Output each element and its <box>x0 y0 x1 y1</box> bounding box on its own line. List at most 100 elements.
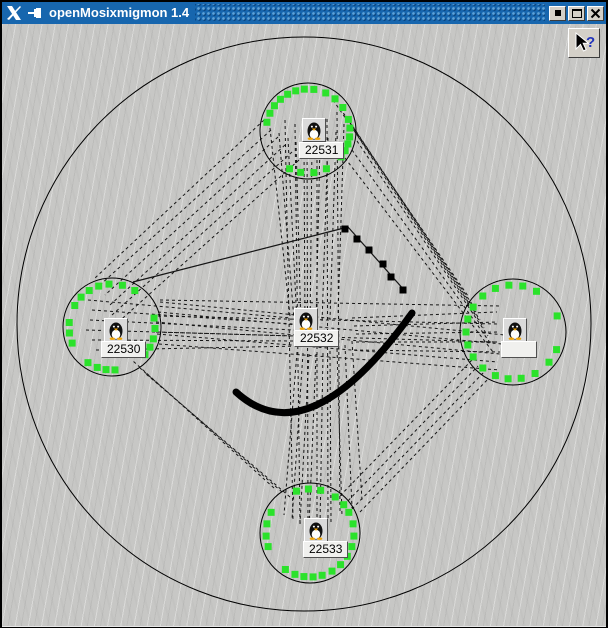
process-square[interactable] <box>263 119 270 126</box>
process-square[interactable] <box>505 375 512 382</box>
process-square[interactable] <box>505 282 512 289</box>
process-square[interactable] <box>292 87 299 94</box>
process-square[interactable] <box>282 566 289 573</box>
process-square[interactable] <box>533 288 540 295</box>
titlebar[interactable]: openMosixmigmon 1.4 <box>2 2 606 24</box>
process-square[interactable] <box>319 572 326 579</box>
node-icon-box-blank[interactable] <box>503 318 527 342</box>
process-square[interactable] <box>470 353 477 360</box>
process-square[interactable] <box>119 282 126 289</box>
process-square[interactable] <box>323 165 330 172</box>
node-label: 22530 <box>101 341 146 358</box>
process-square[interactable] <box>331 95 338 102</box>
process-square[interactable] <box>310 169 317 176</box>
process-square[interactable] <box>71 302 78 309</box>
close-button[interactable] <box>587 6 604 21</box>
process-square[interactable] <box>310 86 317 93</box>
process-square[interactable] <box>66 329 73 336</box>
process-square[interactable] <box>345 116 352 123</box>
process-square[interactable] <box>554 312 561 319</box>
tux-icon <box>505 320 525 340</box>
process-square[interactable] <box>310 573 317 580</box>
process-square[interactable] <box>492 285 499 292</box>
process-square[interactable] <box>266 110 273 117</box>
process-square[interactable] <box>146 344 153 351</box>
process-square[interactable] <box>337 561 344 568</box>
process-square[interactable] <box>291 571 298 578</box>
process-square[interactable] <box>317 487 324 494</box>
process-square[interactable] <box>277 96 284 103</box>
process-square[interactable] <box>305 486 312 493</box>
pushpin-icon[interactable] <box>26 4 44 22</box>
process-square[interactable] <box>344 140 351 147</box>
process-square[interactable] <box>470 304 477 311</box>
process-square[interactable] <box>546 359 553 366</box>
process-square[interactable] <box>286 165 293 172</box>
process-square[interactable] <box>66 319 73 326</box>
migrating-process-square[interactable] <box>366 247 373 254</box>
process-square[interactable] <box>300 573 307 580</box>
process-square[interactable] <box>532 370 539 377</box>
migration-link-line <box>352 150 491 344</box>
process-square[interactable] <box>103 366 110 373</box>
process-square[interactable] <box>84 359 91 366</box>
process-square[interactable] <box>332 493 339 500</box>
process-square[interactable] <box>265 543 272 550</box>
process-square[interactable] <box>131 287 138 294</box>
process-square[interactable] <box>492 372 499 379</box>
process-square[interactable] <box>86 287 93 294</box>
process-square[interactable] <box>463 329 470 336</box>
process-square[interactable] <box>350 533 357 540</box>
process-square[interactable] <box>479 365 486 372</box>
process-square[interactable] <box>346 125 353 132</box>
process-square[interactable] <box>151 325 158 332</box>
process-square[interactable] <box>94 364 101 371</box>
process-square[interactable] <box>464 316 471 323</box>
content-area[interactable]: ? 22531225302253222533 <box>2 24 606 627</box>
maximize-button[interactable] <box>568 6 585 21</box>
process-square[interactable] <box>346 133 353 140</box>
node-label: 22533 <box>303 541 348 558</box>
x-logo-icon[interactable] <box>5 4 23 22</box>
process-square[interactable] <box>95 283 102 290</box>
process-square[interactable] <box>329 568 336 575</box>
process-square[interactable] <box>271 102 278 109</box>
process-square[interactable] <box>106 281 113 288</box>
migrating-process-square[interactable] <box>388 274 395 281</box>
process-square[interactable] <box>284 91 291 98</box>
process-square[interactable] <box>268 509 275 516</box>
process-square[interactable] <box>519 283 526 290</box>
process-square[interactable] <box>345 509 352 516</box>
node-icon-box-22531[interactable] <box>302 118 326 142</box>
migration-arc-layer <box>236 313 412 413</box>
migrating-process-square[interactable] <box>354 236 361 243</box>
process-square[interactable] <box>293 488 300 495</box>
process-square[interactable] <box>479 292 486 299</box>
migrating-process-square[interactable] <box>400 287 407 294</box>
process-square[interactable] <box>150 335 157 342</box>
node-icon-box-22533[interactable] <box>304 518 328 542</box>
process-square[interactable] <box>78 294 85 301</box>
process-square[interactable] <box>464 341 471 348</box>
process-square[interactable] <box>518 375 525 382</box>
migrating-process-square[interactable] <box>380 261 387 268</box>
process-square[interactable] <box>263 533 270 540</box>
process-square[interactable] <box>350 520 357 527</box>
process-square[interactable] <box>111 366 118 373</box>
iconify-button[interactable] <box>549 6 566 21</box>
process-square[interactable] <box>340 501 347 508</box>
help-button[interactable]: ? <box>568 28 600 58</box>
process-square[interactable] <box>348 543 355 550</box>
process-square[interactable] <box>151 315 158 322</box>
migrating-process-square[interactable] <box>342 226 349 233</box>
process-square[interactable] <box>339 104 346 111</box>
process-square[interactable] <box>297 169 304 176</box>
migration-link-line <box>355 132 484 328</box>
process-square[interactable] <box>322 89 329 96</box>
process-square[interactable] <box>553 346 560 353</box>
node-icon-box-22532[interactable] <box>294 308 318 332</box>
process-square[interactable] <box>69 340 76 347</box>
process-square[interactable] <box>301 86 308 93</box>
process-square[interactable] <box>263 520 270 527</box>
node-icon-box-22530[interactable] <box>104 318 128 342</box>
